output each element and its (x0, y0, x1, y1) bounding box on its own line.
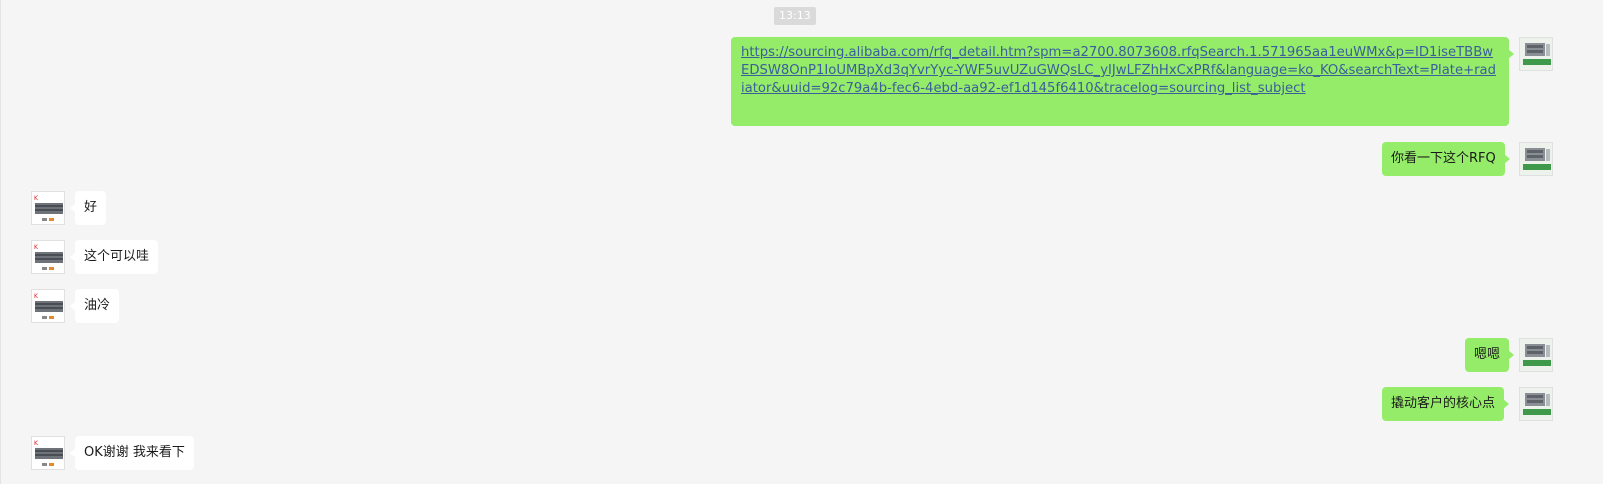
contact-avatar[interactable]: K (31, 191, 65, 225)
message-text: 你看一下这个RFQ (1391, 151, 1496, 166)
my-avatar[interactable] (1519, 37, 1553, 71)
device-avatar-icon (1520, 143, 1552, 175)
contact-avatar[interactable]: K (31, 436, 65, 470)
message-text: 油冷 (84, 298, 111, 313)
message-text: OK谢谢 我来看下 (84, 445, 185, 460)
radiator-avatar-icon: K (32, 241, 64, 273)
incoming-message-bubble[interactable]: 好 (69, 191, 107, 225)
message-text: 这个可以哇 (84, 249, 150, 264)
message-text: 嗯嗯 (1474, 347, 1501, 362)
outgoing-message-bubble[interactable]: 撬动客户的核心点 (1382, 387, 1510, 421)
message-text: 好 (84, 200, 98, 215)
radiator-avatar-icon: K (32, 290, 64, 322)
my-avatar[interactable] (1519, 338, 1553, 372)
device-avatar-icon (1520, 38, 1552, 70)
contact-avatar[interactable]: K (31, 240, 65, 274)
incoming-message-bubble[interactable]: 油冷 (69, 289, 120, 323)
device-avatar-icon (1520, 388, 1552, 420)
radiator-avatar-icon: K (32, 192, 64, 224)
outgoing-message-bubble[interactable]: 嗯嗯 (1465, 338, 1515, 372)
radiator-avatar-icon: K (32, 437, 64, 469)
incoming-message-bubble[interactable]: 这个可以哇 (69, 240, 159, 274)
incoming-message-bubble[interactable]: OK谢谢 我来看下 (70, 436, 194, 470)
outgoing-message-bubble[interactable]: 你看一下这个RFQ (1382, 142, 1510, 176)
message-text: 撬动客户的核心点 (1391, 396, 1496, 411)
my-avatar[interactable] (1519, 387, 1553, 421)
my-avatar[interactable] (1519, 142, 1553, 176)
contact-avatar[interactable]: K (31, 289, 65, 323)
device-avatar-icon (1520, 339, 1552, 371)
rfq-link[interactable]: https://sourcing.alibaba.com/rfq_detail.… (741, 45, 1496, 96)
message-timestamp: 13:13 (774, 7, 816, 25)
chat-message-list[interactable]: 13:13 https://sourcing.alibaba.com/rfq_d… (0, 0, 1603, 484)
outgoing-message-bubble[interactable]: https://sourcing.alibaba.com/rfq_detail.… (731, 37, 1514, 126)
